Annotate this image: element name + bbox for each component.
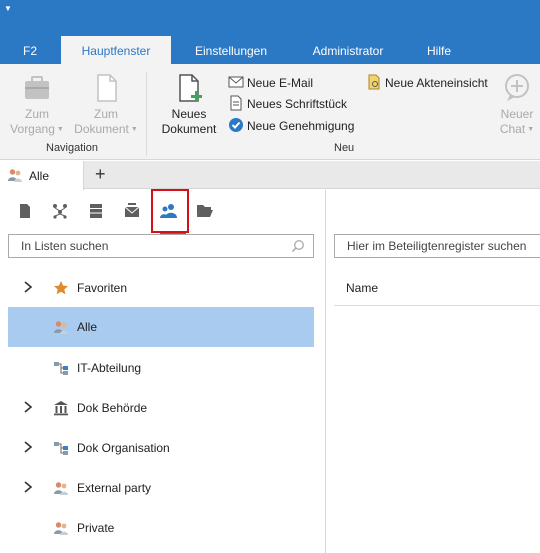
neue-email-button[interactable]: Neue E-Mail (228, 74, 313, 92)
ribbon: Zum Vorgang ▼ Zum Dokument ▼ Navigation Ne… (0, 64, 540, 160)
zum-dokument-button[interactable]: Zum Dokument ▼ (74, 72, 138, 137)
document-icon (20, 204, 30, 218)
neuer-chat-line1: Neuer (500, 107, 534, 121)
tab-administrator[interactable]: Administrator (300, 36, 396, 64)
group-label-neu: Neu (334, 142, 355, 154)
chevron-right-icon[interactable] (22, 400, 34, 414)
lists-search-input[interactable] (21, 239, 281, 253)
tree-item-label: Alle (77, 320, 98, 334)
letter-document-icon (230, 95, 242, 111)
open-folder-icon (197, 205, 213, 217)
tree-item-label: Dok Behörde (77, 401, 148, 415)
neue-genehmigung-label: Neue Genehmigung (247, 119, 355, 133)
zum-vorgang-line2: Vorgang (10, 122, 55, 136)
tree-item-label: Private (77, 521, 115, 535)
people-icon (8, 169, 22, 182)
tree-item-external-party[interactable]: External party (8, 468, 314, 508)
file-inspection-icon (368, 74, 380, 90)
tree-item-label: IT-Abteilung (77, 361, 142, 375)
dropdown-caret-icon: ▼ (130, 126, 138, 133)
org-unit-icon (54, 442, 68, 455)
zum-vorgang-button[interactable]: Zum Vorgang ▼ (10, 72, 64, 137)
chevron-right-icon[interactable] (22, 440, 34, 454)
documents-view-button[interactable] (12, 198, 38, 226)
tab-alle-label: Alle (29, 169, 50, 183)
name-column-header[interactable]: Name (334, 268, 540, 306)
workflow-people-icon (53, 204, 67, 219)
approval-check-icon (229, 118, 243, 132)
register-search-field[interactable] (334, 234, 540, 258)
dropdown-caret-icon: ▼ (527, 126, 535, 133)
column-header-label: Name (346, 281, 379, 295)
participant-register-pane: Name (327, 190, 540, 553)
tab-hilfe[interactable]: Hilfe (420, 36, 458, 64)
lists-pane: Favoriten Alle IT-Abteilung Dok Behörde (0, 190, 326, 553)
workflow-view-button[interactable] (47, 198, 73, 226)
lists-search-field[interactable] (8, 234, 314, 258)
highlight-annotation-box (151, 189, 189, 233)
folders-view-button[interactable] (191, 198, 217, 226)
tree-item-label: Favoriten (77, 281, 128, 295)
neuer-chat-line2: Chat (499, 122, 526, 136)
tree-item-private[interactable]: Private (8, 508, 314, 548)
mail-icon (228, 76, 244, 88)
tree-item-label: External party (77, 481, 152, 495)
file-cabinet-icon (90, 204, 102, 218)
add-tab-button[interactable]: + (95, 164, 106, 184)
tree-item-favoriten[interactable]: Favoriten (8, 268, 314, 308)
new-document-icon (179, 74, 202, 102)
register-search-input[interactable] (347, 239, 540, 253)
mail-view-button[interactable] (119, 198, 145, 226)
quick-access-dropdown-icon[interactable]: ▼ (4, 4, 14, 14)
tab-einstellungen[interactable]: Einstellungen (186, 36, 276, 64)
authority-building-icon (54, 401, 68, 416)
neues-schriftstueck-button[interactable]: Neues Schriftstück (228, 95, 347, 113)
chevron-right-icon[interactable] (22, 480, 34, 494)
zum-dokument-line2: Dokument (74, 122, 129, 136)
neues-dokument-line2: Dokument (161, 122, 217, 136)
zum-vorgang-line1: Zum (25, 107, 49, 121)
chevron-right-icon[interactable] (22, 280, 34, 294)
tab-alle[interactable]: Alle (0, 161, 84, 190)
group-separator (146, 72, 147, 156)
title-bar: ▼ (0, 0, 540, 36)
mail-stack-icon (124, 203, 140, 217)
neues-schriftstueck-label: Neues Schriftstück (247, 97, 348, 111)
document-tab-strip: Alle + (0, 161, 540, 190)
search-icon[interactable] (291, 239, 305, 253)
chat-bubble-icon (505, 74, 529, 101)
neuer-chat-button[interactable]: Neuer Chat ▼ (494, 72, 540, 137)
tree-item-dok-organisation[interactable]: Dok Organisation (8, 428, 314, 468)
tree-item-alle[interactable]: Alle (8, 307, 314, 347)
zum-dokument-line1: Zum (94, 107, 118, 121)
star-icon (54, 281, 68, 295)
neue-genehmigung-button[interactable]: Neue Genehmigung (228, 117, 354, 135)
tab-f2[interactable]: F2 (16, 36, 44, 64)
document-icon (97, 74, 117, 102)
tree-item-label: Dok Organisation (77, 441, 170, 455)
neues-dokument-line1: Neues (171, 107, 207, 121)
people-icon (54, 321, 68, 334)
ribbon-tab-bar: F2 Hauptfenster Einstellungen Administra… (0, 36, 540, 64)
group-label-navigation: Navigation (46, 142, 98, 154)
briefcase-icon (25, 76, 49, 99)
neue-akteneinsicht-button[interactable]: Neue Akteneinsicht (366, 74, 488, 92)
tree-item-it-abteilung[interactable]: IT-Abteilung (8, 348, 314, 388)
tree-item-dok-behoerde[interactable]: Dok Behörde (8, 388, 314, 428)
dropdown-caret-icon: ▼ (56, 126, 64, 133)
neue-email-label: Neue E-Mail (247, 76, 314, 90)
files-view-button[interactable] (83, 198, 109, 226)
neues-dokument-button[interactable]: Neues Dokument (158, 72, 220, 137)
tab-hauptfenster[interactable]: Hauptfenster (61, 36, 171, 64)
org-unit-icon (54, 362, 68, 375)
neue-akteneinsicht-label: Neue Akteneinsicht (385, 76, 488, 90)
people-icon (54, 482, 68, 495)
people-icon (54, 522, 68, 535)
